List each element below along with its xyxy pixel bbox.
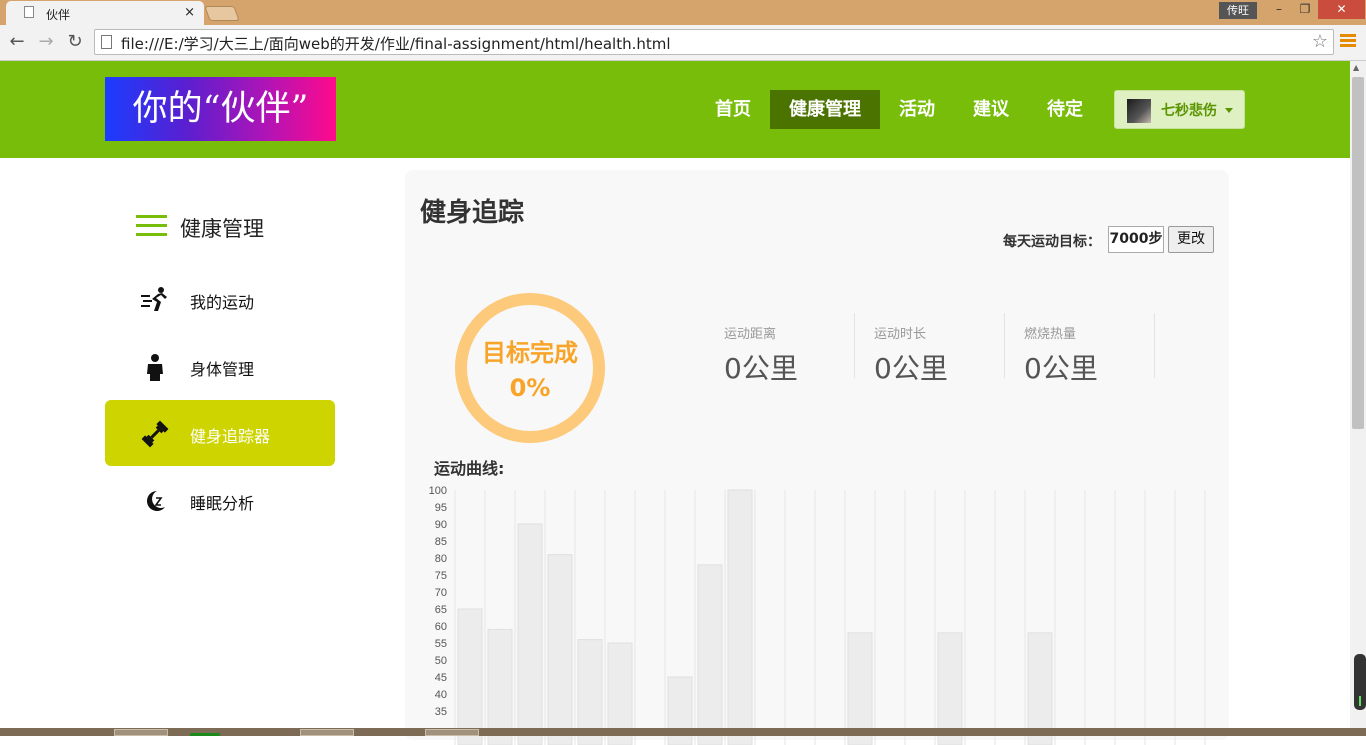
main-nav: 首页 健康管理 活动 建议 待定 (696, 90, 1102, 129)
sidebar: 健康管理 我的运动 身体管理 健身追踪器 睡眠分析 (105, 190, 335, 534)
chart-y-tick-label: 55 (435, 638, 447, 650)
file-icon (101, 35, 112, 49)
chart-y-tick-label: 80 (435, 553, 447, 565)
chart-y-tick-label: 90 (435, 519, 447, 531)
minimize-button[interactable]: – (1266, 0, 1292, 19)
sidebar-item-my-exercise[interactable]: 我的运动 (105, 266, 335, 332)
reload-icon[interactable]: ↻ (64, 32, 86, 52)
tab-title: 伙伴 (46, 8, 71, 22)
nav-home[interactable]: 首页 (696, 90, 770, 129)
chart-y-tick-label: 45 (435, 672, 447, 684)
sidebar-item-tracker[interactable]: 健身追踪器 (105, 400, 335, 466)
tab-close-icon[interactable]: × (184, 5, 195, 20)
chart-y-tick-label: 40 (435, 689, 447, 701)
system-widget (1354, 654, 1366, 710)
page-title: 健身追踪 (420, 198, 525, 228)
hamburger-icon[interactable] (136, 215, 167, 242)
chart-y-tick-label: 85 (435, 536, 447, 548)
daily-goal-label: 每天运动目标： (1003, 234, 1101, 250)
running-icon (141, 287, 167, 311)
taskbar-button[interactable] (114, 729, 168, 736)
new-tab-button[interactable] (204, 6, 240, 21)
stat-value: 0公里 (874, 352, 948, 385)
close-window-button[interactable]: ✕ (1318, 0, 1365, 19)
chart-y-tick-label: 65 (435, 604, 447, 616)
sidebar-item-label: 身体管理 (190, 360, 255, 379)
stat-label: 运动时长 (874, 327, 927, 342)
change-goal-button[interactable]: 更改 (1168, 226, 1214, 253)
forward-arrow-icon[interactable]: → (35, 32, 57, 52)
os-taskbar (0, 728, 1366, 736)
sidebar-item-body[interactable]: 身体管理 (105, 333, 335, 399)
taskbar-button[interactable] (425, 729, 479, 736)
restore-button[interactable]: ❐ (1292, 0, 1318, 19)
sidebar-item-label: 睡眠分析 (190, 494, 255, 513)
profile-badge[interactable]: 传旺 (1219, 2, 1257, 19)
caret-down-icon (1225, 108, 1233, 113)
daily-goal-input[interactable]: 7000步 (1108, 226, 1164, 253)
goal-progress-label: 目标完成 (482, 339, 578, 367)
sidebar-header: 健康管理 (105, 190, 335, 266)
sidebar-item-label: 我的运动 (190, 293, 255, 312)
nav-pending[interactable]: 待定 (1028, 90, 1102, 129)
exercise-curve-label: 运动曲线: (434, 459, 505, 478)
scrollbar-thumb[interactable] (1352, 77, 1364, 429)
page-icon (24, 6, 34, 18)
chart-y-tick-label: 50 (435, 655, 447, 667)
browser-tab[interactable]: 伙伴 × (6, 1, 204, 25)
url-text[interactable]: file:///E:/学习/大三上/面向web的开发/作业/final-assi… (121, 33, 671, 54)
window-titlebar: 伙伴 × 传旺 – ❐ ✕ (0, 0, 1366, 25)
browser-menu-icon[interactable] (1340, 34, 1356, 50)
nav-health[interactable]: 健康管理 (770, 90, 880, 129)
taskbar-button[interactable] (300, 729, 354, 736)
chart-y-tick-label: 60 (435, 621, 447, 633)
stat-value: 0公里 (1024, 352, 1098, 385)
stat-label: 燃烧热量 (1024, 327, 1077, 342)
stat-value: 0公里 (724, 352, 798, 385)
sleep-moon-icon (147, 491, 165, 511)
chart-bar (727, 489, 753, 745)
sidebar-item-sleep[interactable]: 睡眠分析 (105, 467, 335, 533)
chart-bar (457, 608, 483, 745)
chart-y-tick-label: 70 (435, 587, 447, 599)
bookmark-star-icon[interactable]: ☆ (1312, 31, 1328, 52)
scroll-up-arrow-icon[interactable]: ▲ (1353, 63, 1359, 72)
person-icon (147, 354, 163, 381)
address-bar[interactable]: file:///E:/学习/大三上/面向web的开发/作业/final-assi… (94, 29, 1334, 55)
nav-activity[interactable]: 活动 (880, 90, 954, 129)
chart-y-tick-label: 35 (435, 706, 447, 718)
browser-toolbar: ← → ↻ file:///E:/学习/大三上/面向web的开发/作业/fina… (0, 25, 1366, 61)
nav-advice[interactable]: 建议 (954, 90, 1028, 129)
chart-bar (697, 564, 723, 745)
stat-duration: 运动时长 0公里 (855, 313, 1005, 385)
stat-label: 运动距离 (724, 327, 777, 342)
chart-y-tick-label: 95 (435, 502, 447, 514)
chart-y-tick-label: 75 (435, 570, 447, 582)
goal-progress-value: 0% (509, 374, 551, 402)
goal-progress-ring: 目标完成 0% (455, 293, 605, 443)
sidebar-item-label: 健身追踪器 (190, 427, 271, 446)
stat-distance: 运动距离 0公里 (705, 313, 855, 385)
stat-calories: 燃烧热量 0公里 (1005, 313, 1155, 385)
avatar (1127, 99, 1151, 123)
dumbbell-icon (141, 420, 169, 448)
sidebar-title: 健康管理 (180, 217, 264, 241)
user-menu-button[interactable]: 七秒悲伤 (1114, 90, 1245, 129)
site-header: 你的“伙伴” 首页 健康管理 活动 建议 待定 七秒悲伤 (0, 61, 1350, 158)
back-arrow-icon[interactable]: ← (6, 32, 28, 52)
site-logo[interactable]: 你的“伙伴” (105, 77, 336, 141)
chart-bar (547, 554, 573, 745)
fitness-tracker-panel: 健身追踪 每天运动目标： 7000步 更改 目标完成 0% 运动距离 0公里 运… (405, 170, 1229, 745)
page-scrollbar[interactable]: ▲ (1350, 61, 1366, 728)
chart-bar (517, 523, 543, 745)
user-name: 七秒悲伤 (1161, 103, 1217, 119)
chart-y-tick-label: 100 (429, 485, 447, 497)
exercise-bar-chart: 35 40 45 50 55 60 65 70 75 80 85 90 95 100 (429, 485, 1206, 745)
